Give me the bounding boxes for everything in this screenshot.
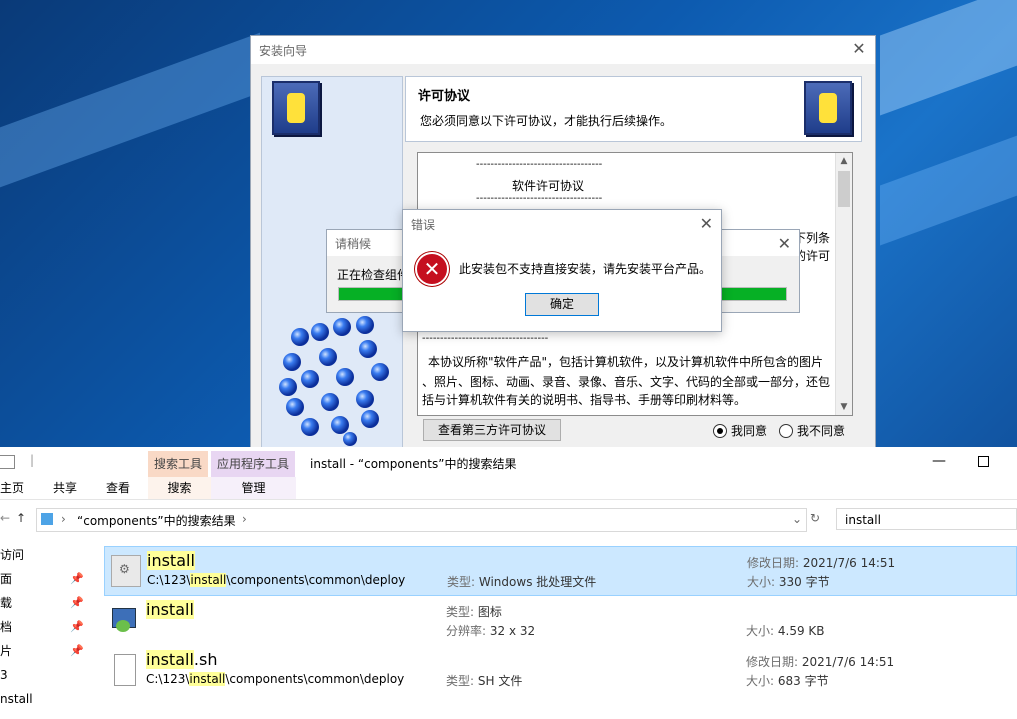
file-size: 大小: 4.59 KB xyxy=(746,624,825,638)
close-icon[interactable]: ✕ xyxy=(851,41,867,57)
error-x-icon: ✕ xyxy=(415,252,449,286)
scroll-down-icon[interactable]: ▼ xyxy=(836,399,852,415)
file-date: 修改日期: 2021/7/6 14:51 xyxy=(747,556,896,570)
agree-radio[interactable]: 我同意 xyxy=(713,422,767,439)
pin-icon: 📌 xyxy=(70,620,84,633)
file-path: C:\123\install\components\common\deploy xyxy=(147,573,406,587)
tab-manage[interactable]: 管理 xyxy=(211,477,296,499)
search-input[interactable]: install xyxy=(836,508,1017,530)
nav-item[interactable]: 档 📌 xyxy=(0,615,90,639)
breadcrumb[interactable]: “components”中的搜索结果 xyxy=(77,512,236,529)
license-line: 软件许可协议 xyxy=(512,179,585,193)
ribbon: | 搜索工具 应用程序工具 install - “components”中的搜索… xyxy=(0,447,1017,500)
disagree-radio[interactable]: 我不同意 xyxy=(779,422,845,439)
file-size: 大小: 683 字节 xyxy=(746,674,829,688)
maximize-icon[interactable] xyxy=(978,456,989,467)
molecule-graphic xyxy=(279,316,389,446)
error-message: 此安装包不支持直接安装，请先安装平台产品。 xyxy=(459,262,712,276)
folder-search-icon xyxy=(41,513,53,525)
file-name: install xyxy=(147,551,195,570)
nav-item[interactable]: nstall xyxy=(0,687,90,711)
license-line: 本协议所称"软件产品"，包括计算机软件，以及计算机软件中所包含的图片 xyxy=(428,355,824,369)
tab-share[interactable]: 共享 xyxy=(53,477,77,499)
license-line: ----------------------------------- xyxy=(476,159,603,170)
agree-label: 我同意 xyxy=(731,424,768,438)
tab-view[interactable]: 查看 xyxy=(106,477,130,499)
refresh-icon[interactable]: ↻ xyxy=(810,511,820,525)
file-resolution: 分辨率: 32 x 32 xyxy=(446,624,536,638)
batch-file-icon: ⚙ xyxy=(111,555,141,587)
file-name: install.sh xyxy=(146,650,218,669)
third-party-license-button[interactable]: 查看第三方许可协议 xyxy=(423,419,561,441)
file-name: install xyxy=(146,600,194,619)
file-path: C:\123\install\components\common\deploy xyxy=(146,672,405,686)
license-line: 括与计算机软件有关的说明书、指导书、手册等印刷材料等。 xyxy=(422,393,747,407)
wait-title: 请稍候 xyxy=(335,236,372,251)
address-bar[interactable]: › “components”中的搜索结果 › ⌄ xyxy=(36,508,807,532)
wizard-title: 安装向导 xyxy=(259,43,308,58)
pin-icon: 📌 xyxy=(70,596,84,609)
tab-search[interactable]: 搜索 xyxy=(148,477,211,499)
back-icon[interactable]: ← xyxy=(0,511,10,525)
file-size: 大小: 330 字节 xyxy=(747,575,830,589)
info-book-icon xyxy=(804,81,852,135)
file-explorer-window: | 搜索工具 应用程序工具 install - “components”中的搜索… xyxy=(0,447,1017,719)
breadcrumb-chevron-icon: › xyxy=(61,512,66,526)
file-date: 修改日期: 2021/7/6 14:51 xyxy=(746,655,895,669)
error-content: ✕ 此安装包不支持直接安装，请先安装平台产品。 确定 xyxy=(403,238,721,331)
installer-icon xyxy=(110,604,138,634)
search-result-row[interactable]: install 类型: 图标 分辨率: 32 x 32 大小: 4.59 KB xyxy=(104,596,1017,646)
nav-item[interactable]: 面 📌 xyxy=(0,567,90,591)
info-book-icon xyxy=(272,81,320,135)
disagree-label: 我不同意 xyxy=(797,424,846,438)
file-type: 类型: Windows 批处理文件 xyxy=(447,575,597,589)
quick-access-icon[interactable] xyxy=(0,455,15,469)
header-subtitle: 您必须同意以下许可协议，才能执行后续操作。 xyxy=(420,114,673,128)
license-line: 、照片、图标、动画、录音、录像、音乐、文字、代码的全部或一部分，还包 xyxy=(422,375,831,389)
pin-icon: 📌 xyxy=(70,644,84,657)
nav-item[interactable]: 访问 xyxy=(0,543,90,567)
license-scrollbar[interactable]: ▲ ▼ xyxy=(835,153,852,415)
error-titlebar: 错误 xyxy=(403,210,721,238)
close-icon[interactable]: ✕ xyxy=(700,214,713,233)
license-line: ----------------------------------- xyxy=(476,193,603,204)
pin-icon: 📌 xyxy=(70,572,84,585)
toolbar-divider: | xyxy=(30,453,35,467)
up-icon[interactable]: ↑ xyxy=(16,511,26,525)
desktop-light-streak xyxy=(880,134,1017,246)
error-dialog: 错误 ✕ ✕ 此安装包不支持直接安装，请先安装平台产品。 确定 xyxy=(402,209,722,332)
chevron-down-icon[interactable]: ⌄ xyxy=(792,512,802,526)
context-tab-search-tools[interactable]: 搜索工具 xyxy=(148,451,209,477)
license-line: ----------------------------------- xyxy=(422,333,549,344)
navigation-pane: 访问 面 📌 载 📌 档 📌 片 📌 3 nstall xyxy=(0,543,90,719)
header-title: 许可协议 xyxy=(418,89,471,104)
scroll-thumb[interactable] xyxy=(838,171,850,207)
search-result-row[interactable]: ⚙ install C:\123\install\components\comm… xyxy=(104,546,1017,596)
close-icon[interactable]: ✕ xyxy=(778,234,791,253)
nav-item[interactable]: 载 📌 xyxy=(0,591,90,615)
wait-status-text: 正在检查组件 xyxy=(337,268,410,282)
file-type: 类型: 图标 xyxy=(446,605,502,619)
file-type: 类型: SH 文件 xyxy=(446,674,523,688)
breadcrumb-chevron-icon[interactable]: › xyxy=(242,512,247,526)
radio-unchecked-icon xyxy=(779,423,793,438)
scroll-up-icon[interactable]: ▲ xyxy=(836,153,852,169)
nav-item[interactable]: 3 xyxy=(0,663,90,687)
radio-checked-icon xyxy=(713,423,727,438)
license-header: 许可协议 您必须同意以下许可协议，才能执行后续操作。 xyxy=(405,76,862,142)
document-icon xyxy=(114,654,136,686)
desktop-light-streak xyxy=(880,0,1017,116)
desktop-light-streak xyxy=(0,32,260,188)
ok-button[interactable]: 确定 xyxy=(525,293,599,316)
window-title: install - “components”中的搜索结果 xyxy=(310,457,517,471)
context-tab-app-tools[interactable]: 应用程序工具 xyxy=(211,451,296,477)
minimize-icon[interactable]: — xyxy=(932,453,946,469)
nav-item[interactable]: 片 📌 xyxy=(0,639,90,663)
error-title: 错误 xyxy=(411,217,436,232)
wizard-titlebar: 安装向导 xyxy=(251,36,875,64)
tab-home[interactable]: 主页 xyxy=(0,477,24,499)
search-result-row[interactable]: install.sh C:\123\install\components\com… xyxy=(104,646,1017,696)
